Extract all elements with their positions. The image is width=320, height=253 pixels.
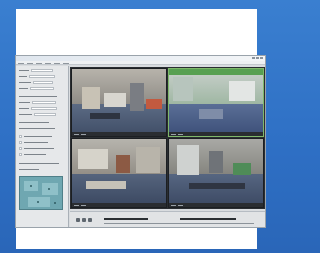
sidebar-row: [19, 135, 52, 138]
sidebar-row: [19, 81, 53, 84]
sidebar-row: [19, 87, 54, 90]
camera-grid: [70, 67, 265, 209]
maximize-icon[interactable]: [256, 57, 259, 59]
sidebar-row: [19, 101, 56, 104]
menu-item[interactable]: [45, 63, 51, 64]
sidebar-field[interactable]: [33, 81, 53, 84]
vms-application-window: [15, 55, 266, 228]
floor-map-icon[interactable]: [19, 176, 63, 210]
sidebar-field[interactable]: [31, 107, 57, 110]
rewind-icon[interactable]: [76, 218, 80, 222]
recording-segment[interactable]: [104, 218, 148, 220]
sidebar-row: [19, 141, 48, 144]
camera-tile-1[interactable]: [71, 68, 167, 137]
sidebar-field[interactable]: [30, 87, 54, 90]
sidebar-row: [19, 75, 55, 78]
camera-marker-icon[interactable]: [48, 188, 50, 190]
sidebar-field[interactable]: [31, 69, 53, 72]
sidebar-row: [19, 147, 54, 150]
menu-item[interactable]: [54, 63, 60, 64]
camera-tile-4[interactable]: [168, 138, 264, 208]
camera-marker-icon[interactable]: [37, 201, 39, 203]
sidebar-row: [19, 69, 53, 72]
menu-item[interactable]: [18, 63, 24, 64]
menu-bar: [16, 61, 265, 65]
minimize-icon[interactable]: [252, 57, 255, 59]
sidebar-row: [19, 153, 46, 156]
sidebar-field[interactable]: [34, 113, 56, 116]
recording-segment[interactable]: [180, 218, 236, 220]
sidebar-row: [19, 107, 57, 110]
sidebar-row: [19, 95, 57, 98]
checkbox[interactable]: [19, 153, 22, 156]
sidebar-row: [19, 162, 59, 165]
camera-marker-icon[interactable]: [54, 202, 56, 204]
close-icon[interactable]: [260, 57, 263, 59]
checkbox[interactable]: [19, 141, 22, 144]
sidebar-row: [19, 113, 56, 116]
forward-icon[interactable]: [88, 218, 92, 222]
camera-marker-icon[interactable]: [30, 185, 32, 187]
checkbox[interactable]: [19, 135, 22, 138]
control-sidebar: [16, 66, 69, 227]
camera-tile-3[interactable]: [71, 138, 167, 208]
camera-tile-2[interactable]: [168, 68, 264, 137]
play-icon[interactable]: [82, 218, 86, 222]
sidebar-field[interactable]: [29, 75, 55, 78]
time-axis[interactable]: [104, 223, 254, 224]
menu-item[interactable]: [63, 63, 69, 64]
checkbox[interactable]: [19, 147, 22, 150]
menu-item[interactable]: [27, 63, 33, 64]
sidebar-row: [19, 168, 39, 171]
sidebar-row: [19, 121, 49, 124]
sidebar-row: [19, 127, 55, 130]
menu-item[interactable]: [36, 63, 42, 64]
sidebar-field[interactable]: [32, 101, 56, 104]
window-controls: [252, 57, 263, 59]
playback-timeline: [70, 211, 265, 227]
